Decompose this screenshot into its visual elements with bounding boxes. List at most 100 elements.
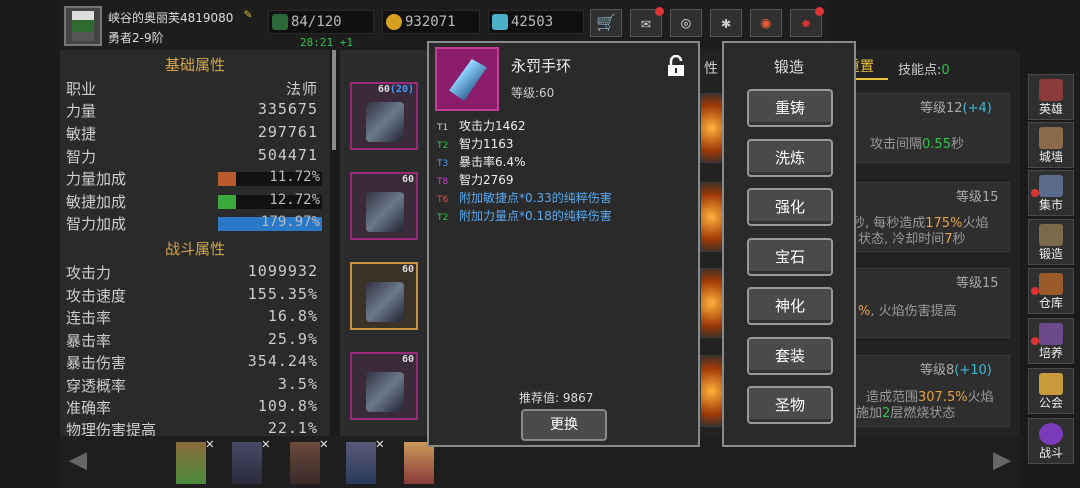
- gold-value: 932071: [405, 14, 456, 30]
- equip-slot-cloak[interactable]: 60: [350, 172, 418, 240]
- stat-tier-tag: T6: [437, 195, 449, 205]
- boots-icon: [366, 372, 404, 412]
- item-level: 等级:60: [511, 86, 555, 100]
- refine-button[interactable]: 洗炼: [747, 139, 833, 177]
- item-stat-row: T2 智力1163: [437, 135, 514, 152]
- tab-attributes[interactable]: 性: [704, 58, 718, 78]
- cart-icon: 🛒: [596, 13, 616, 32]
- notification-dot: [655, 7, 664, 16]
- portal-icon: [1039, 423, 1063, 445]
- attr-value: 3.5%: [277, 375, 318, 393]
- shop-button[interactable]: 🛒: [590, 9, 622, 37]
- color-wheel-button[interactable]: ◉: [750, 9, 782, 37]
- attr-value: 354.24%: [247, 352, 318, 370]
- player-avatar[interactable]: [64, 6, 102, 46]
- attr-row-class: 职业 法师: [66, 78, 322, 100]
- mail-button[interactable]: ✉: [630, 7, 664, 37]
- gift-button[interactable]: ✸: [790, 7, 824, 37]
- attributes-scrollbar[interactable]: [332, 50, 336, 150]
- attr-row-agi-bonus: 敏捷加成 12.72%: [66, 191, 322, 213]
- avatar-face: [72, 11, 94, 41]
- nav-forge[interactable]: 锻造: [1028, 219, 1074, 265]
- relic-button[interactable]: 圣物: [747, 386, 833, 424]
- equip-slot-boots[interactable]: 60: [350, 352, 418, 420]
- attr-label: 智力加成: [66, 215, 127, 233]
- forge-menu: 锻造 重铸 洗炼 强化 宝石 神化 套装 圣物: [722, 41, 856, 447]
- attr-label: 准确率: [66, 399, 112, 417]
- attr-value: 11.72%: [269, 169, 320, 185]
- stat-text: 附加力量点*0.18的纯粹伤害: [459, 209, 612, 223]
- nav-guild[interactable]: 公会: [1028, 368, 1074, 414]
- stat-text: 附加敏捷点*0.33的纯粹伤害: [459, 191, 612, 205]
- attr-row-intelligence: 智力 504471: [66, 146, 322, 168]
- attr-label: 连击率: [66, 309, 112, 327]
- attr-label: 敏捷: [66, 125, 97, 143]
- attr-label: 暴击率: [66, 332, 112, 350]
- close-icon[interactable]: ✕: [376, 436, 384, 452]
- stat-text: 暴击率6.4%: [459, 155, 526, 169]
- lightning-icon: [272, 14, 288, 30]
- str-bonus-bar: 11.72%: [218, 169, 322, 186]
- item-stat-row: T3 暴击率6.4%: [437, 153, 526, 170]
- gamepad-button[interactable]: ◎: [670, 9, 702, 37]
- hero-portrait[interactable]: ✕: [176, 436, 214, 484]
- nav-storage[interactable]: 仓库: [1028, 268, 1074, 314]
- hero-portrait[interactable]: [404, 442, 434, 484]
- enhance-button[interactable]: 强化: [747, 188, 833, 226]
- hero-portrait[interactable]: ✕: [346, 436, 384, 484]
- attr-row-str-bonus: 力量加成 11.72%: [66, 168, 322, 190]
- stat-text: 攻击力1462: [459, 119, 526, 133]
- skill-2-desc-2: 状态, 冷却时间7秒: [858, 232, 966, 247]
- unlock-icon[interactable]: [667, 55, 685, 77]
- settings-button[interactable]: ✱: [710, 9, 742, 37]
- attr-label: 穿透概率: [66, 377, 127, 395]
- equip-slot-pants[interactable]: 60: [350, 262, 418, 330]
- set-button[interactable]: 套装: [747, 337, 833, 375]
- edit-name-icon[interactable]: ✎: [244, 7, 252, 22]
- item-icon-frame: [435, 47, 499, 111]
- swap-button[interactable]: 更换: [521, 409, 607, 441]
- anvil-icon: [1039, 224, 1063, 246]
- attr-row-penetration: 穿透概率 3.5%: [66, 375, 322, 397]
- close-icon[interactable]: ✕: [320, 436, 328, 452]
- hero-helmet-icon: [1039, 79, 1063, 101]
- gear-icon: ✱: [721, 13, 731, 32]
- nav-heroes[interactable]: 英雄: [1028, 74, 1074, 120]
- deify-button[interactable]: 神化: [747, 287, 833, 325]
- reforge-button[interactable]: 重铸: [747, 89, 833, 127]
- nav-label: 城墙: [1038, 150, 1063, 164]
- attr-value: 1099932: [247, 262, 318, 280]
- equip-slot-crown[interactable]: 60(20): [350, 82, 418, 150]
- nav-market[interactable]: 集市: [1028, 170, 1074, 216]
- nav-label: 战斗: [1038, 446, 1063, 460]
- stat-text: 智力1163: [459, 137, 514, 151]
- attr-value: 22.1%: [267, 419, 318, 436]
- player-rank: 勇者2-9阶: [108, 31, 164, 45]
- item-stat-row: T6 附加敏捷点*0.33的纯粹伤害: [437, 189, 612, 206]
- attr-value: 297761: [257, 123, 318, 141]
- close-icon[interactable]: ✕: [206, 436, 214, 452]
- roster-next-arrow[interactable]: ▶: [984, 440, 1020, 480]
- training-icon: [1039, 323, 1063, 345]
- equip-level: 60(20): [377, 84, 414, 95]
- attr-value: 16.8%: [267, 307, 318, 325]
- close-icon[interactable]: ✕: [262, 436, 270, 452]
- gem-button[interactable]: 宝石: [747, 238, 833, 276]
- notification-dot: [815, 7, 824, 16]
- cloak-icon: [366, 192, 404, 232]
- item-stat-row: T8 智力2769: [437, 171, 514, 188]
- hero-portrait[interactable]: ✕: [232, 436, 270, 484]
- attr-label: 物理伤害提高: [66, 421, 157, 436]
- hero-portrait[interactable]: ✕: [290, 436, 328, 484]
- nav-label: 培养: [1038, 346, 1063, 360]
- roster-prev-arrow[interactable]: ◀: [60, 440, 96, 480]
- nav-wall[interactable]: 城墙: [1028, 122, 1074, 168]
- attr-label: 攻击力: [66, 264, 112, 282]
- nav-label: 公会: [1038, 396, 1063, 410]
- nav-training[interactable]: 培养: [1028, 318, 1074, 364]
- skill-points: 技能点:0: [898, 63, 950, 78]
- attr-row-crit: 暴击率 25.9%: [66, 330, 322, 352]
- nav-battle[interactable]: 战斗: [1028, 418, 1074, 464]
- crown-icon: [366, 102, 404, 142]
- wall-icon: [1039, 127, 1063, 149]
